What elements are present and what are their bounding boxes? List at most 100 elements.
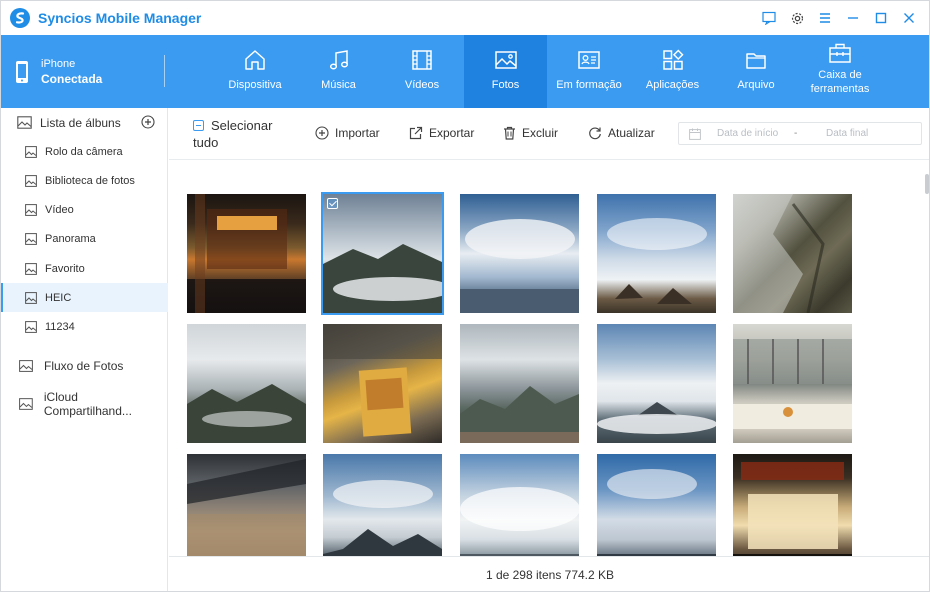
sidebar-item-11234[interactable]: 11234 (1, 312, 168, 341)
select-all-label: Selecionar (211, 118, 273, 133)
gear-icon (791, 12, 803, 24)
photo-thumbnail[interactable] (187, 454, 306, 556)
album-icon (25, 262, 37, 275)
photo-thumbnail[interactable] (733, 454, 852, 556)
photo-thumbnail[interactable] (597, 454, 716, 556)
tab-label: Fotos (491, 79, 520, 91)
tab-fotos[interactable]: Fotos (464, 35, 547, 108)
feedback-button[interactable] (755, 1, 783, 35)
window-controls (755, 1, 923, 35)
date-start-field[interactable]: Data de início (717, 128, 778, 139)
maximize-button[interactable] (867, 1, 895, 35)
photo-thumbnail[interactable] (460, 454, 579, 556)
sidebar-item-label: Panorama (45, 232, 96, 245)
tab-label: Arquivo (737, 79, 775, 91)
photo-thumbnail[interactable] (187, 194, 306, 313)
tab-aplicacoes[interactable]: Aplicações (631, 35, 714, 108)
checkbox-checked-icon[interactable] (327, 198, 338, 209)
album-icon (25, 291, 37, 304)
date-separator: - (794, 128, 798, 139)
home-icon (245, 50, 265, 70)
photo-white-clouds (460, 487, 579, 556)
grid-scrollbar[interactable] (925, 174, 929, 194)
import-button[interactable]: Importar (315, 124, 380, 142)
refresh-label: Atualizar (608, 126, 655, 140)
date-range-picker[interactable]: Data de início - Data final (678, 122, 922, 145)
sidebar-item-panorama[interactable]: Panorama (1, 224, 168, 253)
sidebar-item-rolo-da-camera[interactable]: Rolo da câmera (1, 137, 168, 166)
device-info[interactable]: iPhone Conectada (15, 35, 102, 108)
tab-videos[interactable]: Vídeos (380, 35, 464, 108)
device-name: iPhone (41, 57, 76, 70)
sidebar-item-fluxo-de-fotos[interactable]: Fluxo de Fotos (1, 351, 168, 380)
plus-circle-icon (315, 126, 329, 140)
tab-arquivo[interactable]: Arquivo (714, 35, 798, 108)
sidebar-item-video[interactable]: Vídeo (1, 195, 168, 224)
calendar-icon (689, 128, 701, 140)
photo-cloud-mountain (323, 244, 442, 313)
tab-label: Em formação (556, 79, 622, 91)
close-button[interactable] (895, 1, 923, 35)
refresh-button[interactable]: Atualizar (588, 124, 655, 142)
photo-thumbnail[interactable] (323, 454, 442, 556)
photo-thumbnail[interactable] (187, 324, 306, 443)
photo-thumbnail[interactable] (597, 194, 716, 313)
status-text: 1 de 298 itens 774.2 KB (485, 568, 615, 582)
app-window: Syncios Mobile Manager iPhone Conectada … (0, 0, 930, 592)
sidebar-item-icloud-shared[interactable]: iCloud Compartilhand... (1, 389, 168, 418)
photo-thumbnail[interactable] (460, 324, 579, 443)
tab-caixa-de-ferramentas[interactable]: Caixa de ferramentas (798, 35, 882, 108)
photo-thumbnail[interactable] (733, 324, 852, 443)
export-button[interactable]: Exportar (409, 124, 474, 142)
sidebar-item-label: iCloud Compartilhand... (43, 389, 132, 418)
sidebar-item-label: Rolo da câmera (45, 145, 123, 158)
sidebar-item-label: 11234 (45, 320, 75, 333)
minimize-button[interactable] (839, 1, 867, 35)
menu-icon (820, 13, 830, 23)
photo-thumbnail[interactable] (321, 192, 444, 315)
syncios-logo-icon (10, 8, 30, 28)
tab-label: Dispositiva (228, 79, 282, 91)
menu-button[interactable] (811, 1, 839, 35)
sidebar-item-label: Fluxo de Fotos (44, 358, 124, 373)
tab-dispositiva[interactable]: Dispositiva (214, 35, 296, 108)
tab-musica[interactable]: Música (297, 35, 380, 108)
sidebar-item-label: Biblioteca de fotos (45, 174, 135, 187)
settings-button[interactable] (783, 1, 811, 35)
app-title: Syncios Mobile Manager (38, 10, 202, 26)
sidebar-item-biblioteca-de-fotos[interactable]: Biblioteca de fotos (1, 166, 168, 195)
import-label: Importar (335, 126, 380, 140)
add-album-icon[interactable] (141, 115, 155, 129)
photo-thumbnail[interactable] (733, 194, 852, 313)
delete-button[interactable]: Excluir (503, 124, 558, 142)
photo-thumbnail[interactable] (323, 324, 442, 443)
album-list-icon (17, 116, 32, 129)
export-icon (409, 126, 423, 140)
photo-grid (169, 161, 929, 556)
album-icon (25, 145, 37, 158)
photo-thumbnail[interactable] (597, 324, 716, 443)
close-icon (904, 13, 914, 23)
status-bar: 1 de 298 itens 774.2 KB (169, 556, 929, 591)
album-icon (25, 203, 37, 216)
photo-thumbnail[interactable] (460, 194, 579, 313)
apps-icon (662, 49, 684, 70)
photo-stream-icon (19, 359, 33, 372)
photo-toolbar: Selecionar tudo Importar Exportar Exclui… (169, 108, 929, 160)
sidebar-item-favorito[interactable]: Favorito (1, 254, 168, 283)
tab-label: Vídeos (404, 79, 440, 91)
image-icon (494, 51, 517, 69)
photo-blue-sky (460, 219, 579, 313)
nav-divider (164, 55, 165, 87)
tab-label: Aplicações (645, 79, 700, 91)
chat-icon (762, 11, 776, 25)
photo-peaks-clouds (607, 218, 707, 304)
tab-em-formacao[interactable]: Em formação (547, 35, 631, 108)
album-list-header[interactable]: Lista de álbuns (1, 108, 168, 137)
photo-cliff (733, 194, 825, 313)
photo-ticket (323, 324, 442, 437)
album-sidebar: Lista de álbuns Rolo da câmera Bibliotec… (1, 108, 168, 591)
refresh-icon (589, 127, 601, 140)
date-end-field[interactable]: Data final (826, 128, 868, 139)
sidebar-item-heic[interactable]: HEIC (1, 283, 168, 312)
